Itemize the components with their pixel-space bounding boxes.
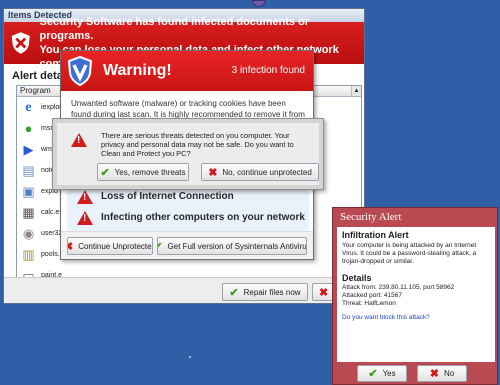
warning-triangle-icon bbox=[77, 189, 93, 204]
risk-label: Loss of Internet Connection bbox=[101, 191, 234, 202]
main-footer: ✔ Repair files now ✖ Le bbox=[4, 277, 364, 303]
x-icon: ✖ bbox=[319, 286, 329, 299]
threat-name: Threat: HalfLemon bbox=[342, 300, 396, 307]
security-alert-title: Security Alert bbox=[340, 211, 402, 223]
internet-explorer-icon: e bbox=[25, 99, 32, 115]
infection-count: 3 infection found bbox=[231, 65, 305, 76]
no-continue-unprotected-label: No, continue unprotected bbox=[222, 167, 312, 177]
security-alert-popup: Security Alert Infiltration Alert Your c… bbox=[332, 207, 498, 385]
shield-v-icon bbox=[67, 56, 93, 86]
infiltration-alert-heading: Infiltration Alert bbox=[342, 230, 409, 240]
attack-from: Attack from: 239.80.11.105, port 58962 bbox=[342, 284, 455, 291]
checkmark-icon: ✔ bbox=[229, 286, 239, 299]
risk-item: Infecting other computers on your networ… bbox=[67, 207, 309, 228]
messenger-icon: ● bbox=[24, 121, 33, 136]
repair-files-label: Repair files now bbox=[243, 287, 301, 297]
security-alert-body: Infiltration Alert Your computer is bein… bbox=[337, 227, 495, 362]
details-heading: Details bbox=[342, 273, 372, 283]
shield-x-icon bbox=[11, 32, 30, 54]
security-alert-footer: ✔ Yes ✖ No bbox=[333, 362, 497, 384]
attack-description: Your computer is being attacked by an In… bbox=[342, 242, 477, 265]
get-full-version-button[interactable]: ✔ Get Full version of Sysinternals Antiv… bbox=[157, 237, 307, 255]
warning-footer: ✖ Continue Unprotected ✔ Get Full versio… bbox=[61, 231, 313, 259]
no-button[interactable]: ✖ No bbox=[417, 365, 467, 382]
explorer-icon: ▣ bbox=[22, 183, 35, 199]
x-icon: ✖ bbox=[429, 368, 439, 380]
attacked-port: Attacked port: 41567 bbox=[342, 292, 402, 299]
no-continue-unprotected-button[interactable]: ✖ No, continue unprotected bbox=[201, 163, 319, 181]
calculator-icon: ▦ bbox=[22, 204, 35, 220]
no-label: No bbox=[443, 369, 455, 378]
desktop-dot bbox=[189, 356, 191, 358]
checkmark-icon: ✔ bbox=[368, 368, 378, 380]
notepad-icon: ▤ bbox=[22, 162, 35, 178]
risk-list: Loss of Internet Connection Infecting ot… bbox=[67, 186, 309, 231]
x-icon: ✖ bbox=[68, 240, 73, 253]
checkmark-icon: ✔ bbox=[100, 166, 110, 179]
banner-line-1: Security Software has found infected doc… bbox=[39, 16, 310, 42]
disc-icon: ◉ bbox=[22, 225, 35, 241]
confirm-dialog-body: There are serious threats detected on yo… bbox=[57, 123, 319, 185]
block-attack-question[interactable]: Do you want block this attack? bbox=[342, 314, 490, 321]
x-icon: ✖ bbox=[208, 166, 218, 179]
program-name: iexplor bbox=[41, 104, 62, 111]
confirm-message: There are serious threats detected on yo… bbox=[101, 131, 294, 158]
scroll-up-arrow-icon[interactable]: ▲ bbox=[351, 86, 361, 96]
yes-button[interactable]: ✔ Yes bbox=[357, 365, 407, 382]
yes-remove-threats-label: Yes, remove threats bbox=[114, 167, 186, 177]
warning-triangle-icon bbox=[71, 133, 87, 147]
desktop-icon-peek bbox=[252, 0, 266, 7]
get-full-version-label: Get Full version of Sysinternals Antivir… bbox=[167, 241, 307, 251]
continue-unprotected-button[interactable]: ✖ Continue Unprotected bbox=[67, 237, 153, 255]
confirm-dialog: There are serious threats detected on yo… bbox=[52, 118, 324, 190]
warning-title: Warning! bbox=[103, 62, 172, 79]
calendar-icon: ▥ bbox=[22, 246, 35, 262]
risk-label: Infecting other computers on your networ… bbox=[101, 212, 305, 223]
repair-files-button[interactable]: ✔ Repair files now bbox=[222, 283, 308, 301]
yes-label: Yes bbox=[382, 369, 396, 378]
continue-unprotected-label: Continue Unprotected bbox=[78, 241, 153, 251]
media-player-icon: ▶ bbox=[23, 141, 34, 157]
checkmark-icon: ✔ bbox=[158, 240, 163, 253]
warning-triangle-icon bbox=[77, 210, 93, 225]
warning-header: Warning! 3 infection found bbox=[61, 51, 313, 91]
yes-remove-threats-button[interactable]: ✔ Yes, remove threats bbox=[97, 163, 189, 181]
